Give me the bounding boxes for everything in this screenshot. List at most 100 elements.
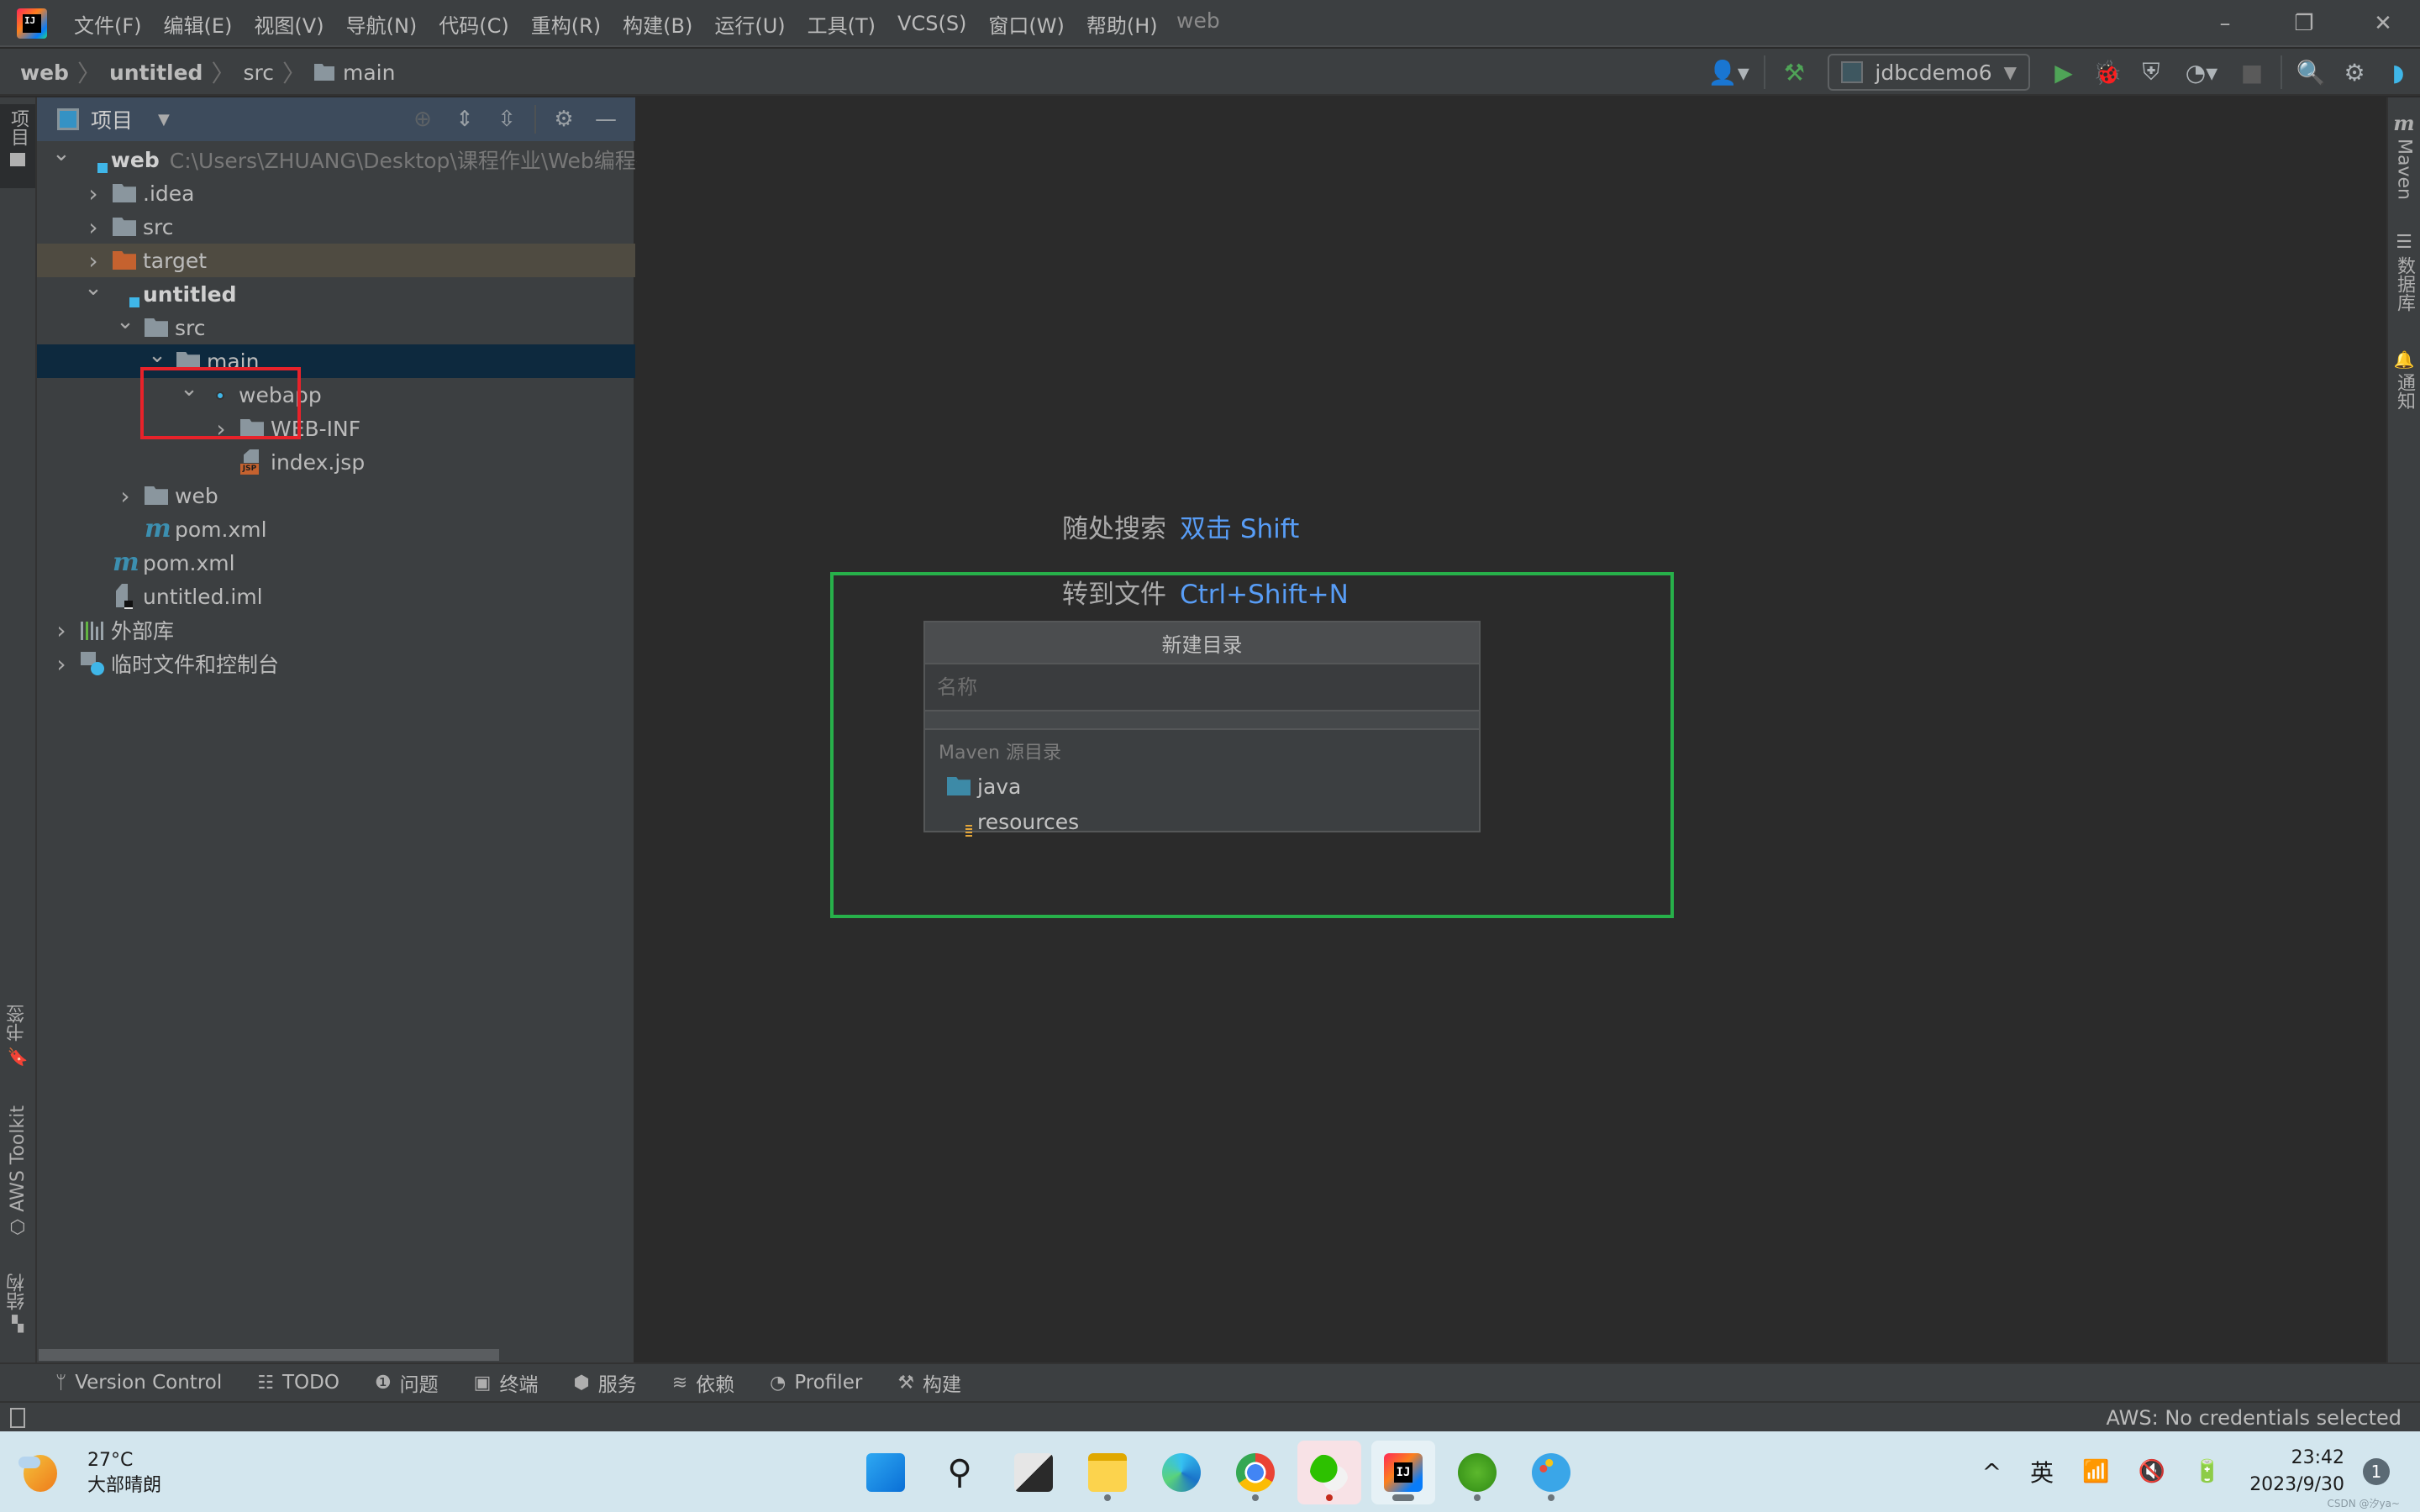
- menu-edit[interactable]: 编辑(E): [164, 9, 233, 39]
- chevron-right-icon[interactable]: ›: [84, 247, 103, 275]
- locate-icon[interactable]: ⊕: [408, 102, 438, 136]
- notification-badge[interactable]: 1: [2363, 1458, 2390, 1485]
- run-icon[interactable]: ▶: [2047, 55, 2081, 89]
- chevron-right-icon[interactable]: ›: [52, 617, 71, 644]
- tree-row[interactable]: ⌄ src: [37, 309, 635, 344]
- chevron-right-icon[interactable]: ›: [84, 180, 103, 207]
- tree-row[interactable]: › WEB-INF: [37, 412, 635, 445]
- expand-all-icon[interactable]: ⇕: [450, 102, 480, 136]
- menu-window[interactable]: 窗口(W): [988, 9, 1064, 39]
- taskbar-paint[interactable]: [1519, 1441, 1583, 1504]
- tool-terminal[interactable]: ▣ 终端: [474, 1368, 539, 1397]
- tree-row[interactable]: › web: [37, 479, 635, 512]
- menu-view[interactable]: 视图(V): [254, 9, 324, 39]
- menu-navigate[interactable]: 导航(N): [346, 9, 418, 39]
- tree-row[interactable]: ⌄ webapp: [37, 376, 635, 412]
- vcs-user-icon[interactable]: 👤▾: [1705, 55, 1752, 89]
- tree-row[interactable]: › 外部库: [37, 613, 635, 647]
- taskbar-search[interactable]: ⚲: [928, 1441, 992, 1504]
- tool-version-control[interactable]: ᛘ Version Control: [55, 1372, 222, 1394]
- chevron-down-icon[interactable]: ⌄: [116, 309, 134, 334]
- tool-tab-database[interactable]: ☰ 数据库: [2388, 232, 2420, 312]
- project-view-selector[interactable]: 项目 ▼: [57, 97, 170, 141]
- menu-help[interactable]: 帮助(H): [1086, 9, 1158, 39]
- taskbar-start[interactable]: [854, 1441, 918, 1504]
- hide-icon[interactable]: —: [591, 102, 621, 136]
- chevron-right-icon[interactable]: ›: [212, 415, 230, 443]
- taskbar-edge[interactable]: [1150, 1441, 1213, 1504]
- tree-row[interactable]: › src: [37, 210, 635, 244]
- coverage-icon[interactable]: ⛨: [2134, 55, 2168, 89]
- taskbar-app-green[interactable]: [1445, 1441, 1509, 1504]
- toggle-tool-windows-icon[interactable]: [10, 1408, 25, 1428]
- debug-icon[interactable]: 🐞: [2091, 55, 2124, 89]
- settings-icon[interactable]: ⚙: [549, 102, 579, 136]
- tool-profiler[interactable]: ◔ Profiler: [770, 1372, 862, 1394]
- settings-icon[interactable]: ⚙: [2338, 55, 2371, 89]
- directory-name-input[interactable]: [925, 664, 1479, 711]
- tree-row[interactable]: › .idea: [37, 176, 635, 210]
- breadcrumb-web[interactable]: web: [20, 60, 69, 85]
- volume-muted-icon[interactable]: 🔇: [2138, 1459, 2165, 1484]
- tool-tab-maven[interactable]: m Maven: [2388, 111, 2420, 200]
- tool-tab-notifications[interactable]: 🔔 通知: [2388, 349, 2420, 410]
- tree-row[interactable]: ›mpom.xml: [37, 546, 635, 580]
- collapse-all-icon[interactable]: ⇳: [492, 102, 522, 136]
- aws-credentials-status[interactable]: AWS: No credentials selected: [2107, 1403, 2402, 1433]
- run-configuration-selector[interactable]: jdbcdemo6 ▼: [1828, 54, 2030, 91]
- wifi-icon[interactable]: 📶: [2082, 1459, 2109, 1484]
- menu-build[interactable]: 构建(B): [623, 9, 692, 39]
- suggestion-java[interactable]: java: [925, 769, 1479, 804]
- tray-overflow-icon[interactable]: ^: [1982, 1458, 2002, 1486]
- search-icon[interactable]: 🔍: [2294, 55, 2328, 89]
- restore-button[interactable]: ❐: [2270, 0, 2338, 47]
- taskbar-chrome[interactable]: [1223, 1441, 1287, 1504]
- chevron-down-icon[interactable]: ⌄: [180, 376, 198, 402]
- taskbar-task-view[interactable]: [1002, 1441, 1065, 1504]
- profile-icon[interactable]: ◔▾: [2178, 55, 2225, 89]
- breadcrumb-src[interactable]: src: [243, 60, 274, 85]
- tool-tab-project[interactable]: 项目: [0, 104, 35, 188]
- tree-row[interactable]: ›mpom.xml: [37, 512, 635, 546]
- horizontal-scrollbar[interactable]: [39, 1349, 499, 1361]
- tool-tab-structure[interactable]: 结构 ▚: [0, 1273, 35, 1333]
- clock[interactable]: 23:42 2023/9/30: [2249, 1445, 2344, 1499]
- taskbar-wechat[interactable]: [1297, 1441, 1361, 1504]
- weather-widget[interactable]: 27°C 大部晴朗: [18, 1448, 161, 1499]
- tool-todo[interactable]: ☷ TODO: [257, 1372, 339, 1394]
- chevron-down-icon[interactable]: ⌄: [148, 343, 166, 368]
- tool-build[interactable]: ⚒ 构建: [897, 1368, 961, 1397]
- close-button[interactable]: ✕: [2349, 0, 2417, 47]
- chevron-down-icon[interactable]: ⌄: [84, 276, 103, 301]
- menu-code[interactable]: 代码(C): [439, 9, 508, 39]
- tree-row[interactable]: ›JSPindex.jsp: [37, 445, 635, 479]
- tool-dependencies[interactable]: ≋ 依赖: [672, 1368, 734, 1397]
- toolbox-icon[interactable]: ◗: [2381, 55, 2415, 89]
- ime-indicator[interactable]: 英: [2030, 1455, 2054, 1488]
- tree-row[interactable]: ›untitled.iml: [37, 580, 635, 613]
- chevron-right-icon[interactable]: ›: [52, 650, 71, 678]
- taskbar-intellij-idea[interactable]: IJ: [1371, 1441, 1435, 1504]
- menu-tools[interactable]: 工具(T): [808, 9, 876, 39]
- breadcrumb-untitled[interactable]: untitled: [109, 60, 203, 85]
- tree-row[interactable]: ⌄ web C:\Users\ZHUANG\Desktop\课程作业\Web编程技术: [37, 141, 678, 176]
- menu-refactor[interactable]: 重构(R): [531, 9, 601, 39]
- tool-problems[interactable]: ❶ 问题: [375, 1368, 439, 1397]
- intellij-logo-icon[interactable]: IJ: [17, 8, 47, 39]
- menu-run[interactable]: 运行(U): [714, 9, 785, 39]
- menu-file[interactable]: 文件(F): [74, 9, 142, 39]
- chevron-right-icon[interactable]: ›: [116, 482, 134, 510]
- tool-tab-bookmarks[interactable]: 书签 🔖: [0, 1005, 35, 1067]
- tree-row[interactable]: › target: [37, 244, 635, 277]
- suggestion-resources[interactable]: resources: [925, 804, 1479, 839]
- chevron-right-icon[interactable]: ›: [84, 213, 103, 241]
- stop-icon[interactable]: ■: [2235, 55, 2269, 89]
- tree-row[interactable]: ⌄ main: [37, 343, 635, 378]
- tree-row[interactable]: › 临时文件和控制台: [37, 647, 635, 680]
- tree-row[interactable]: ⌄ untitled: [37, 276, 635, 311]
- battery-charging-icon[interactable]: 🔋: [2194, 1459, 2221, 1484]
- tool-services[interactable]: ⬢ 服务: [573, 1368, 636, 1397]
- minimize-button[interactable]: –: [2191, 0, 2259, 47]
- breadcrumb-main[interactable]: main: [343, 60, 395, 85]
- taskbar-file-explorer[interactable]: [1076, 1441, 1139, 1504]
